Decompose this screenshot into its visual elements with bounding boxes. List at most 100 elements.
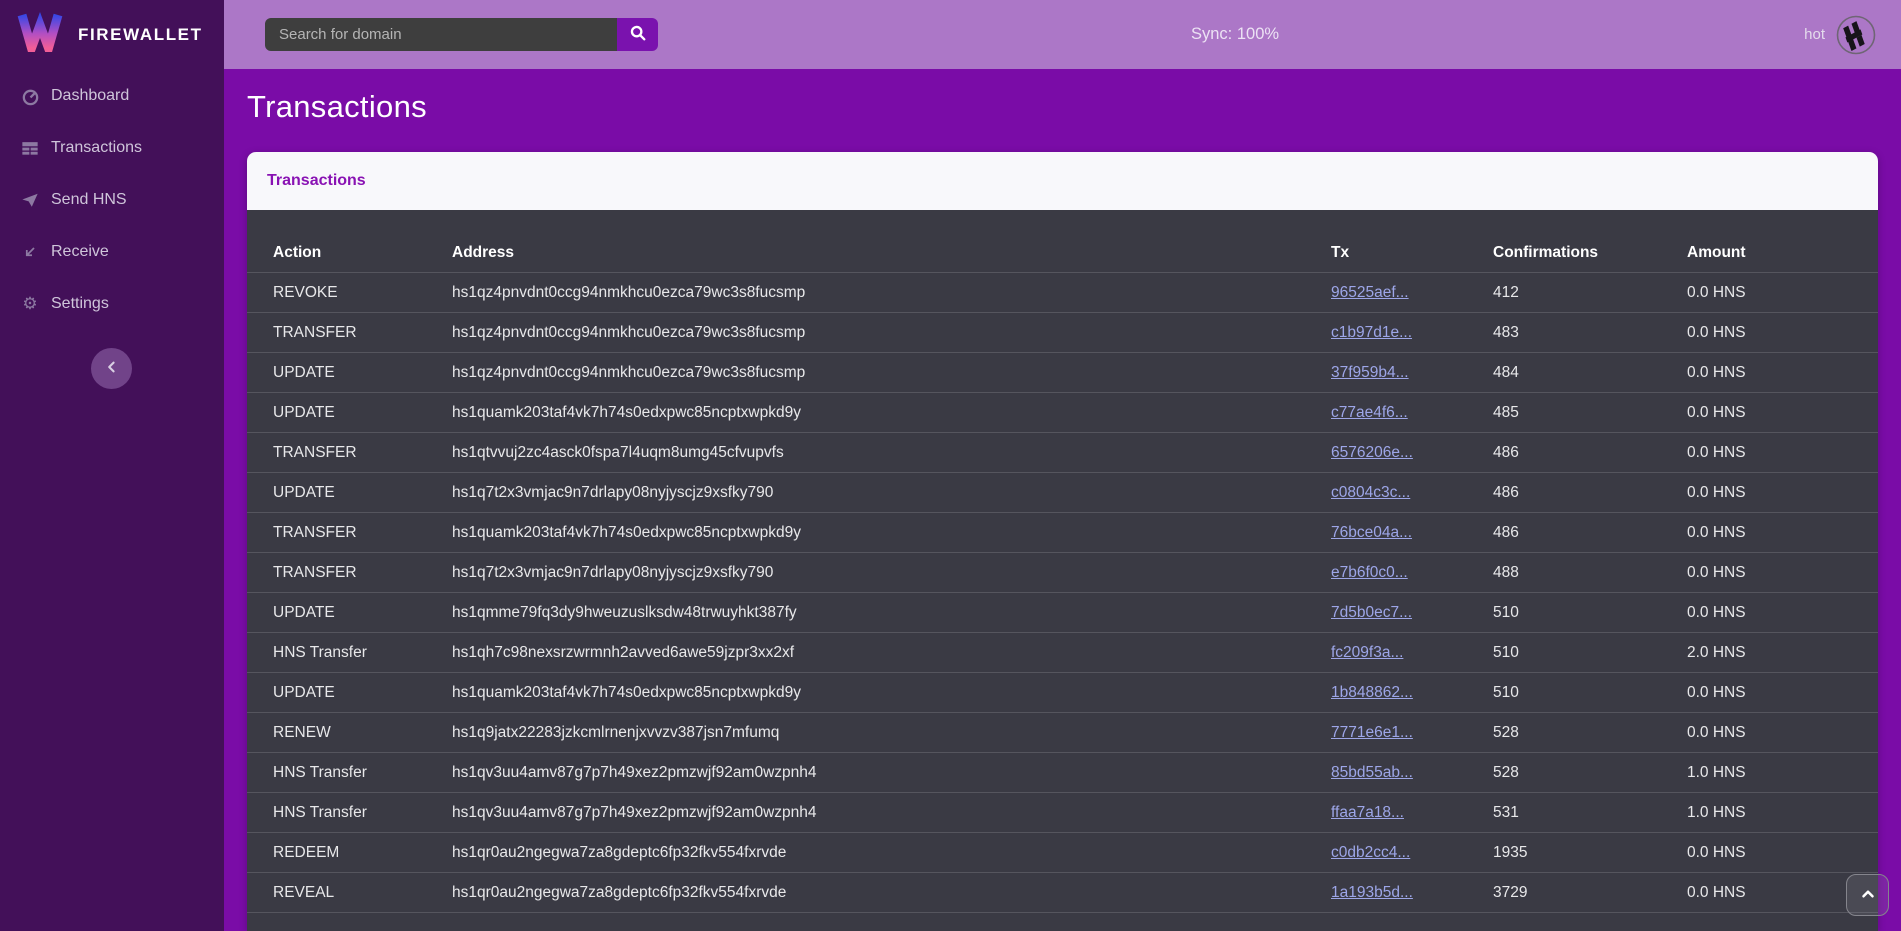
collapse-sidebar-button[interactable] — [91, 348, 132, 389]
table-row: UPDATEhs1quamk203taf4vk7h74s0edxpwc85ncp… — [247, 673, 1878, 713]
confirmations-cell: 531 — [1493, 793, 1687, 833]
table-row: HNS Transferhs1qv3uu4amv87g7p7h49xez2pmz… — [247, 753, 1878, 793]
tx-link[interactable]: 6576206e... — [1331, 444, 1413, 461]
table-row: HNS Transferhs1qh7c98nexsrzwrmnh2avved6a… — [247, 633, 1878, 673]
confirmations-cell: 528 — [1493, 713, 1687, 753]
tx-link[interactable]: c0804c3c... — [1331, 484, 1410, 501]
confirmations-cell: 412 — [1493, 273, 1687, 313]
action-cell: UPDATE — [247, 353, 452, 393]
table-row: UPDATEhs1qz4pnvdnt0ccg94nmkhcu0ezca79wc3… — [247, 353, 1878, 393]
handshake-icon[interactable] — [1836, 15, 1876, 55]
confirmations-cell: 510 — [1493, 593, 1687, 633]
sidebar-item-label: Transactions — [51, 139, 142, 157]
confirmations-cell: 3729 — [1493, 873, 1687, 913]
action-cell: HNS Transfer — [247, 633, 452, 673]
tx-link[interactable]: 76bce04a... — [1331, 524, 1412, 541]
column-header-tx: Tx — [1331, 210, 1493, 273]
tx-link[interactable]: c0db2cc4... — [1331, 844, 1410, 861]
confirmations-cell: 510 — [1493, 633, 1687, 673]
topbar: Sync: 100% hot — [224, 0, 1901, 69]
paper-plane-icon — [19, 190, 41, 210]
table-row: REVEALhs1qr0au2ngegwa7za8gdeptc6fp32fkv5… — [247, 873, 1878, 913]
main-content: Transactions Transactions Action Address… — [224, 69, 1901, 931]
amount-cell: 0.0 HNS — [1687, 593, 1878, 633]
column-header-confirmations: Confirmations — [1493, 210, 1687, 273]
action-cell: UPDATE — [247, 473, 452, 513]
tx-link[interactable]: c77ae4f6... — [1331, 404, 1408, 421]
amount-cell: 0.0 HNS — [1687, 353, 1878, 393]
tx-link[interactable]: 7d5b0ec7... — [1331, 604, 1412, 621]
action-cell: TRANSFER — [247, 553, 452, 593]
tx-link[interactable]: 85bd55ab... — [1331, 764, 1413, 781]
action-cell: HNS Transfer — [247, 793, 452, 833]
brand-name: FIREWALLET — [78, 25, 203, 45]
table-row: RENEWhs1q9jatx22283jzkcmlrnenjxvvzv387js… — [247, 713, 1878, 753]
firewallet-w-logo-icon — [17, 12, 63, 57]
tx-cell: c1b97d1e... — [1331, 313, 1493, 353]
address-cell: hs1qh7c98nexsrzwrmnh2avved6awe59jzpr3xx2… — [452, 633, 1331, 673]
sidebar-item-dashboard[interactable]: Dashboard — [0, 70, 224, 122]
amount-cell: 0.0 HNS — [1687, 273, 1878, 313]
address-cell: hs1quamk203taf4vk7h74s0edxpwc85ncptxwpkd… — [452, 673, 1331, 713]
address-cell: hs1qtvvuj2zc4asck0fspa7l4uqm8umg45cfvupv… — [452, 433, 1331, 473]
tx-link[interactable]: 1b848862... — [1331, 684, 1413, 701]
sidebar-item-send-hns[interactable]: Send HNS — [0, 174, 224, 226]
address-cell: hs1qr0au2ngegwa7za8gdeptc6fp32fkv554fxrv… — [452, 833, 1331, 873]
tx-cell: 7771e6e1... — [1331, 713, 1493, 753]
tx-link[interactable]: ffaa7a18... — [1331, 804, 1404, 821]
brand-home-link[interactable]: FIREWALLET — [0, 0, 224, 69]
confirmations-cell: 510 — [1493, 673, 1687, 713]
tx-link[interactable]: 7771e6e1... — [1331, 724, 1413, 741]
tx-link[interactable]: e7b6f0c0... — [1331, 564, 1408, 581]
amount-cell: 0.0 HNS — [1687, 393, 1878, 433]
table-row: UPDATEhs1qmme79fq3dy9hweuzuslksdw48trwuy… — [247, 593, 1878, 633]
chevron-left-icon — [104, 359, 120, 378]
table-header-row: Action Address Tx Confirmations Amount — [247, 210, 1878, 273]
action-cell: TRANSFER — [247, 313, 452, 353]
action-cell: RENEW — [247, 713, 452, 753]
table-row: TRANSFERhs1qtvvuj2zc4asck0fspa7l4uqm8umg… — [247, 433, 1878, 473]
tx-link[interactable]: c1b97d1e... — [1331, 324, 1412, 341]
action-cell: UPDATE — [247, 673, 452, 713]
amount-cell: 0.0 HNS — [1687, 553, 1878, 593]
amount-cell: 0.0 HNS — [1687, 713, 1878, 753]
sidebar-item-receive[interactable]: Receive — [0, 226, 224, 278]
amount-cell: 0.0 HNS — [1687, 673, 1878, 713]
tx-cell: ffaa7a18... — [1331, 793, 1493, 833]
sidebar-item-transactions[interactable]: Transactions — [0, 122, 224, 174]
search-input[interactable] — [265, 18, 617, 51]
address-cell: hs1q9jatx22283jzkcmlrnenjxvvzv387jsn7mfu… — [452, 713, 1331, 753]
address-cell: hs1qz4pnvdnt0ccg94nmkhcu0ezca79wc3s8fucs… — [452, 273, 1331, 313]
tx-cell: 6576206e... — [1331, 433, 1493, 473]
transactions-card: Transactions Action Address Tx Confirmat… — [247, 152, 1878, 931]
table-icon — [19, 138, 41, 158]
tx-link[interactable]: fc209f3a... — [1331, 644, 1403, 661]
tx-cell: 7d5b0ec7... — [1331, 593, 1493, 633]
tx-link[interactable]: 96525aef... — [1331, 284, 1409, 301]
table-row: TRANSFERhs1qz4pnvdnt0ccg94nmkhcu0ezca79w… — [247, 313, 1878, 353]
confirmations-cell: 484 — [1493, 353, 1687, 393]
confirmations-cell: 486 — [1493, 473, 1687, 513]
tx-cell: 1b848862... — [1331, 673, 1493, 713]
tachometer-icon — [19, 86, 41, 106]
tx-link[interactable]: 37f959b4... — [1331, 364, 1409, 381]
arrow-down-left-icon — [19, 242, 41, 262]
address-cell: hs1qv3uu4amv87g7p7h49xez2pmzwjf92am0wzpn… — [452, 753, 1331, 793]
scroll-top-button[interactable] — [1846, 874, 1889, 916]
card-title: Transactions — [267, 172, 366, 190]
gear-icon: ⚙ — [19, 294, 41, 314]
confirmations-cell: 486 — [1493, 433, 1687, 473]
sidebar-item-settings[interactable]: ⚙ Settings — [0, 278, 224, 330]
tx-cell: c77ae4f6... — [1331, 393, 1493, 433]
address-cell: hs1q7t2x3vmjac9n7drlapy08nyjyscjz9xsfky7… — [452, 553, 1331, 593]
action-cell: TRANSFER — [247, 513, 452, 553]
sync-status: Sync: 100% — [1191, 0, 1279, 69]
tx-link[interactable]: 1a193b5d... — [1331, 884, 1413, 901]
search-button[interactable] — [617, 18, 658, 51]
confirmations-cell: 528 — [1493, 753, 1687, 793]
transactions-table: Action Address Tx Confirmations Amount R… — [247, 210, 1878, 913]
search-icon — [629, 24, 647, 45]
action-cell: REVEAL — [247, 873, 452, 913]
table-row: HNS Transferhs1qv3uu4amv87g7p7h49xez2pmz… — [247, 793, 1878, 833]
confirmations-cell: 1935 — [1493, 833, 1687, 873]
